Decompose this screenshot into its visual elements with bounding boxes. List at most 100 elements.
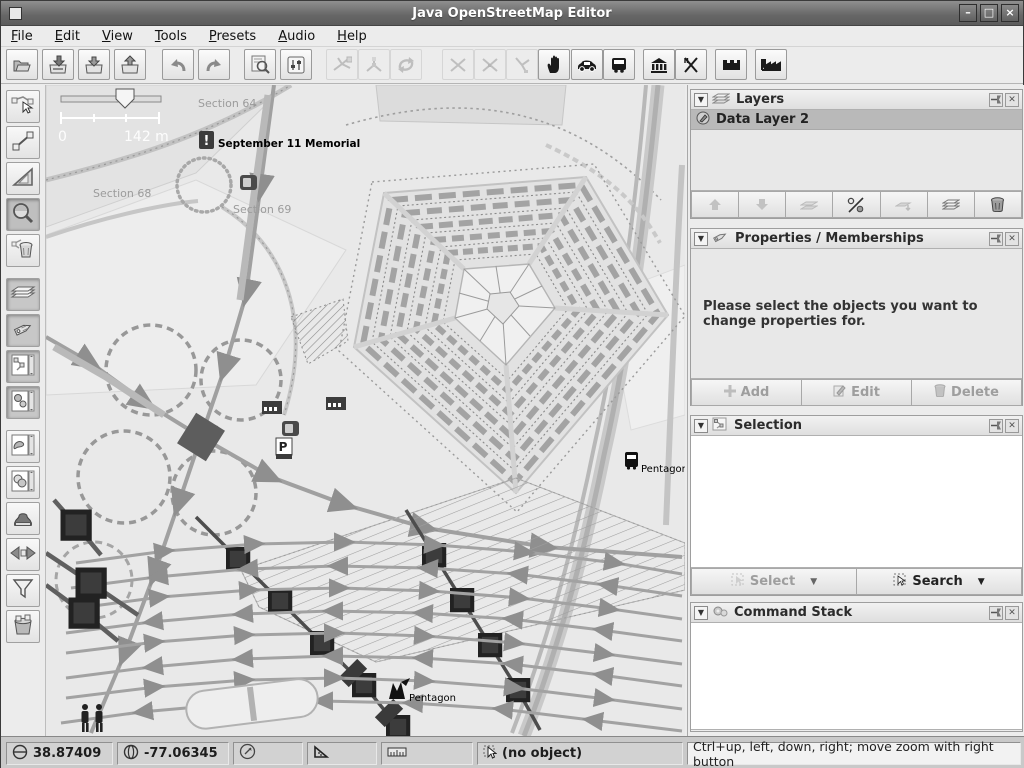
open-file-button[interactable] [6, 49, 38, 80]
layer-name: Data Layer 2 [716, 112, 809, 127]
factory-preset-icon [760, 57, 782, 72]
delete-tool-button[interactable] [6, 234, 40, 267]
menu-help[interactable]: Help [337, 29, 367, 44]
close-button[interactable]: × [1001, 4, 1019, 22]
select-tool-button[interactable] [6, 90, 40, 123]
properties-dialog-button[interactable] [6, 314, 40, 347]
move-hand-button[interactable] [538, 49, 570, 80]
authors-dialog-button[interactable] [6, 502, 40, 535]
svg-text:P: P [279, 440, 288, 454]
layers-dialog-icon [10, 283, 36, 307]
close-panel-icon[interactable]: ✕ [1005, 232, 1019, 246]
save-button[interactable] [42, 49, 74, 80]
longitude-value: -77.06345 [144, 746, 218, 761]
collapse-icon[interactable]: ▼ [694, 419, 708, 433]
combine-way-button [326, 49, 358, 80]
move-layer-up-button [691, 191, 739, 218]
bus-station-icon [326, 397, 346, 410]
minimize-button[interactable]: – [959, 4, 977, 22]
latitude-value: 38.87409 [33, 746, 101, 761]
conflicts-dialog-icon [10, 543, 36, 567]
selection-icon [712, 416, 728, 435]
properties-dialog-icon [11, 319, 35, 343]
compass-icon [239, 743, 256, 764]
ruler-icon [387, 746, 407, 761]
selection-panel: ▼ Selection ✕ Select ▼ Search ▼ [690, 415, 1023, 596]
selection-list[interactable] [691, 436, 1022, 568]
command-stack-list[interactable] [691, 623, 1022, 730]
memorial-icon: ! [199, 131, 214, 149]
layers-dialog-button[interactable] [6, 278, 40, 311]
pin-icon[interactable] [989, 232, 1003, 246]
close-panel-icon[interactable]: ✕ [1005, 419, 1019, 433]
layers-list[interactable]: Data Layer 2 [691, 110, 1022, 191]
car-preset-button[interactable] [571, 49, 603, 80]
pin-icon[interactable] [989, 419, 1003, 433]
title-bar[interactable]: Java OpenStreetMap Editor – □ × [1, 1, 1023, 26]
svg-text:!: ! [204, 134, 210, 149]
maximize-button[interactable]: □ [980, 4, 998, 22]
collapse-icon[interactable]: ▼ [694, 232, 708, 246]
close-panel-icon[interactable]: ✕ [1005, 606, 1019, 620]
activate-layer-button[interactable] [928, 191, 975, 218]
changesets-dialog-button[interactable] [6, 610, 40, 643]
menu-audio[interactable]: Audio [278, 29, 315, 44]
delete-layer-button[interactable] [975, 191, 1022, 218]
castle-preset-button[interactable] [715, 49, 747, 80]
bank-preset-button[interactable] [643, 49, 675, 80]
close-panel-icon[interactable]: ✕ [1005, 93, 1019, 107]
draw-node-tool-icon [11, 130, 35, 156]
menu-file[interactable]: File [11, 29, 33, 44]
menu-edit[interactable]: Edit [55, 29, 80, 44]
draw-node-tool-button[interactable] [6, 126, 40, 159]
download-data-button[interactable] [78, 49, 110, 80]
plus-icon [724, 385, 736, 401]
menu-tools[interactable]: Tools [155, 29, 187, 44]
undo-button[interactable] [162, 49, 194, 80]
dropdown-arrow-icon[interactable]: ▼ [978, 577, 985, 587]
dropdown-arrow-icon[interactable]: ▼ [810, 577, 817, 587]
filter-dialog-icon [12, 578, 34, 604]
panel-title: Command Stack [734, 605, 852, 620]
edit-property-button[interactable]: Edit [802, 379, 912, 406]
select-button[interactable]: Select ▼ [691, 568, 857, 595]
layer-row[interactable]: Data Layer 2 [691, 110, 1022, 130]
filter-dialog-button[interactable] [6, 574, 40, 607]
command-stack-dialog-button[interactable] [6, 386, 40, 419]
edit-tool-column [1, 85, 46, 736]
hovered-object-field: (no object) [477, 742, 683, 765]
add-property-button[interactable]: Add [691, 379, 802, 406]
menu-presets[interactable]: Presets [209, 29, 256, 44]
search-cursor-icon [893, 573, 907, 591]
map-paint-dialog-button[interactable] [6, 430, 40, 463]
josm-window: Java OpenStreetMap Editor – □ × File Edi… [0, 0, 1024, 768]
bus-preset-button[interactable] [603, 49, 635, 80]
selection-dialog-button[interactable] [6, 350, 40, 383]
collapse-icon[interactable]: ▼ [694, 606, 708, 620]
pin-icon[interactable] [989, 93, 1003, 107]
split-way-icon [448, 56, 468, 74]
duplicate-layer-button [881, 191, 928, 218]
upload-data-button[interactable] [114, 49, 146, 80]
align-nodes-icon [512, 56, 532, 74]
conflicts-dialog-button[interactable] [6, 538, 40, 571]
collapse-icon[interactable]: ▼ [694, 93, 708, 107]
search-button-panel[interactable]: Search ▼ [857, 568, 1022, 595]
pin-icon[interactable] [989, 606, 1003, 620]
menu-view[interactable]: View [102, 29, 133, 44]
delete-property-button[interactable]: Delete [912, 379, 1022, 406]
layer-opacity-button[interactable] [833, 191, 880, 218]
command-stack-dialog-icon [11, 390, 35, 416]
redo-button[interactable] [198, 49, 230, 80]
tv-icon [282, 421, 299, 436]
map-canvas[interactable]: ! P [46, 85, 685, 736]
search-button[interactable] [244, 49, 276, 80]
factory-preset-button[interactable] [755, 49, 787, 80]
zoom-tool-button[interactable] [6, 198, 40, 231]
measure-tool-button[interactable] [6, 162, 40, 195]
move-layer-down-button [739, 191, 786, 218]
unglue-way-button [474, 49, 506, 80]
relations-dialog-button[interactable] [6, 466, 40, 499]
preferences-button[interactable] [280, 49, 312, 80]
restaurant-preset-button[interactable] [675, 49, 707, 80]
